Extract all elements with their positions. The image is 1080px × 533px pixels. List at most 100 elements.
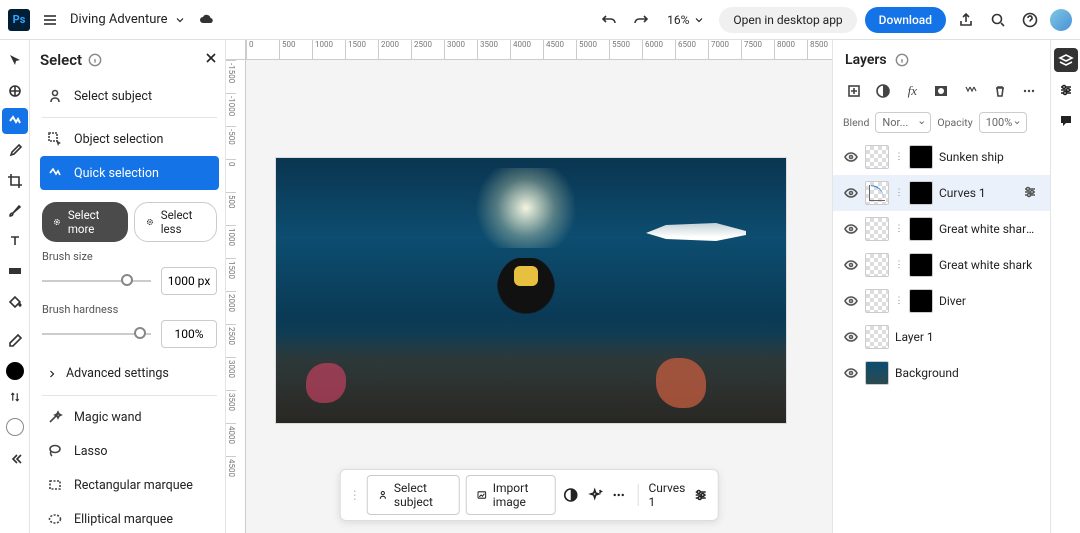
new-layer-icon[interactable] [843, 80, 865, 102]
magic-wand-item[interactable]: Magic wand [40, 400, 219, 434]
sparkle-icon[interactable] [586, 483, 604, 507]
open-desktop-button[interactable]: Open in desktop app [719, 7, 856, 33]
link-icon[interactable]: ⋮ [895, 258, 903, 272]
layer-name[interactable]: Great white shark co... [939, 222, 1040, 236]
undo-icon[interactable] [597, 8, 621, 32]
layer-name[interactable]: Diver [939, 294, 1040, 308]
brush-hardness-input[interactable] [161, 320, 217, 348]
visibility-icon[interactable] [843, 149, 859, 165]
delete-icon[interactable] [989, 80, 1011, 102]
move-tool[interactable] [2, 48, 28, 74]
more-icon[interactable] [610, 483, 628, 507]
layer-name[interactable]: Great white shark [939, 258, 1040, 272]
layer-thumbnail[interactable] [865, 289, 889, 313]
eyedropper-tool[interactable] [2, 138, 28, 164]
select-subject-item[interactable]: Select subject [40, 79, 219, 113]
layer-row[interactable]: Background [833, 355, 1050, 391]
close-icon[interactable] [203, 50, 219, 69]
mask-thumbnail[interactable] [909, 181, 933, 205]
brush-size-slider[interactable] [42, 280, 151, 282]
layer-name[interactable]: Background [895, 366, 1040, 380]
color-picker-tool[interactable] [2, 328, 28, 354]
comments-icon[interactable] [1054, 108, 1078, 132]
properties-icon[interactable] [1054, 78, 1078, 102]
mask-thumbnail[interactable] [909, 289, 933, 313]
layer-thumbnail[interactable] [865, 145, 889, 169]
user-avatar[interactable] [1050, 9, 1072, 31]
layer-name[interactable]: Sunken ship [939, 150, 1040, 164]
type-tool[interactable] [2, 228, 28, 254]
search-icon[interactable] [986, 8, 1010, 32]
share-icon[interactable] [954, 8, 978, 32]
mask-thumbnail[interactable] [909, 145, 933, 169]
fill-tool[interactable] [2, 288, 28, 314]
layer-row[interactable]: ⋮ Great white shark co... [833, 211, 1050, 247]
mask-thumbnail[interactable] [909, 253, 933, 277]
document-title[interactable]: Diving Adventure [70, 12, 186, 27]
visibility-icon[interactable] [843, 329, 859, 345]
layer-row[interactable]: ⋮ Curves 1 [833, 175, 1050, 211]
mask-thumbnail[interactable] [909, 217, 933, 241]
layer-thumbnail[interactable] [865, 361, 889, 385]
info-icon[interactable] [895, 53, 909, 67]
object-selection-item[interactable]: Object selection [40, 122, 219, 156]
foreground-color[interactable] [6, 362, 24, 380]
layer-row[interactable]: ⋮ Sunken ship [833, 139, 1050, 175]
brush-hardness-slider[interactable] [42, 333, 151, 335]
link-icon[interactable]: ⋮ [895, 222, 903, 236]
cloud-status-icon[interactable] [194, 8, 218, 32]
info-icon[interactable] [88, 53, 102, 67]
blend-mode-select[interactable]: Nor... [875, 112, 931, 133]
transform-tool[interactable] [2, 78, 28, 104]
layer-row[interactable]: ⋮ Diver [833, 283, 1050, 319]
effects-icon[interactable]: fx [901, 80, 923, 102]
visibility-icon[interactable] [843, 365, 859, 381]
download-button[interactable]: Download [865, 7, 946, 33]
link-icon[interactable]: ⋮ [895, 186, 903, 200]
help-icon[interactable] [1018, 8, 1042, 32]
layer-thumbnail[interactable] [865, 217, 889, 241]
select-subject-button[interactable]: Select subject [367, 475, 460, 515]
visibility-icon[interactable] [843, 221, 859, 237]
redo-icon[interactable] [629, 8, 653, 32]
quick-selection-item[interactable]: Quick selection [40, 156, 219, 190]
visibility-icon[interactable] [843, 185, 859, 201]
group-icon[interactable] [960, 80, 982, 102]
opacity-select[interactable]: 100% [979, 112, 1027, 133]
properties-icon[interactable] [691, 483, 709, 507]
hamburger-menu-icon[interactable] [38, 8, 62, 32]
adjust-icon[interactable] [1022, 184, 1040, 202]
swap-colors-icon[interactable] [2, 384, 28, 410]
layer-thumbnail[interactable] [865, 325, 889, 349]
rectangular-marquee-item[interactable]: Rectangular marquee [40, 468, 219, 502]
link-icon[interactable]: ⋮ [895, 150, 903, 164]
layers-icon[interactable] [1054, 48, 1078, 72]
canvas-area[interactable]: 0500100015002000250030003500400045005000… [226, 40, 832, 533]
link-icon[interactable]: ⋮ [895, 294, 903, 308]
brush-size-input[interactable] [161, 267, 217, 295]
selection-tool[interactable] [2, 108, 28, 134]
drag-handle-icon[interactable]: ⋮ [349, 488, 361, 502]
import-image-button[interactable]: Import image [466, 475, 556, 515]
adjustment-icon[interactable] [562, 483, 580, 507]
layer-name[interactable]: Curves 1 [939, 186, 1016, 200]
crop-tool[interactable] [2, 168, 28, 194]
advanced-settings-toggle[interactable]: Advanced settings [42, 356, 217, 391]
layer-thumbnail[interactable] [865, 253, 889, 277]
mask-icon[interactable] [930, 80, 952, 102]
collapse-toolbar-icon[interactable] [2, 446, 28, 472]
adjustment-layer-icon[interactable] [872, 80, 894, 102]
select-less-button[interactable]: Select less [134, 202, 217, 242]
canvas-image[interactable] [276, 158, 786, 423]
visibility-icon[interactable] [843, 257, 859, 273]
lasso-item[interactable]: Lasso [40, 434, 219, 468]
select-more-button[interactable]: Select more [42, 202, 128, 242]
elliptical-marquee-item[interactable]: Elliptical marquee [40, 502, 219, 533]
layer-row[interactable]: Layer 1 [833, 319, 1050, 355]
more-options-icon[interactable] [1018, 80, 1040, 102]
brush-tool[interactable] [2, 198, 28, 224]
layer-row[interactable]: ⋮ Great white shark [833, 247, 1050, 283]
gradient-tool[interactable] [2, 258, 28, 284]
visibility-icon[interactable] [843, 293, 859, 309]
zoom-level[interactable]: 16% [667, 13, 705, 27]
